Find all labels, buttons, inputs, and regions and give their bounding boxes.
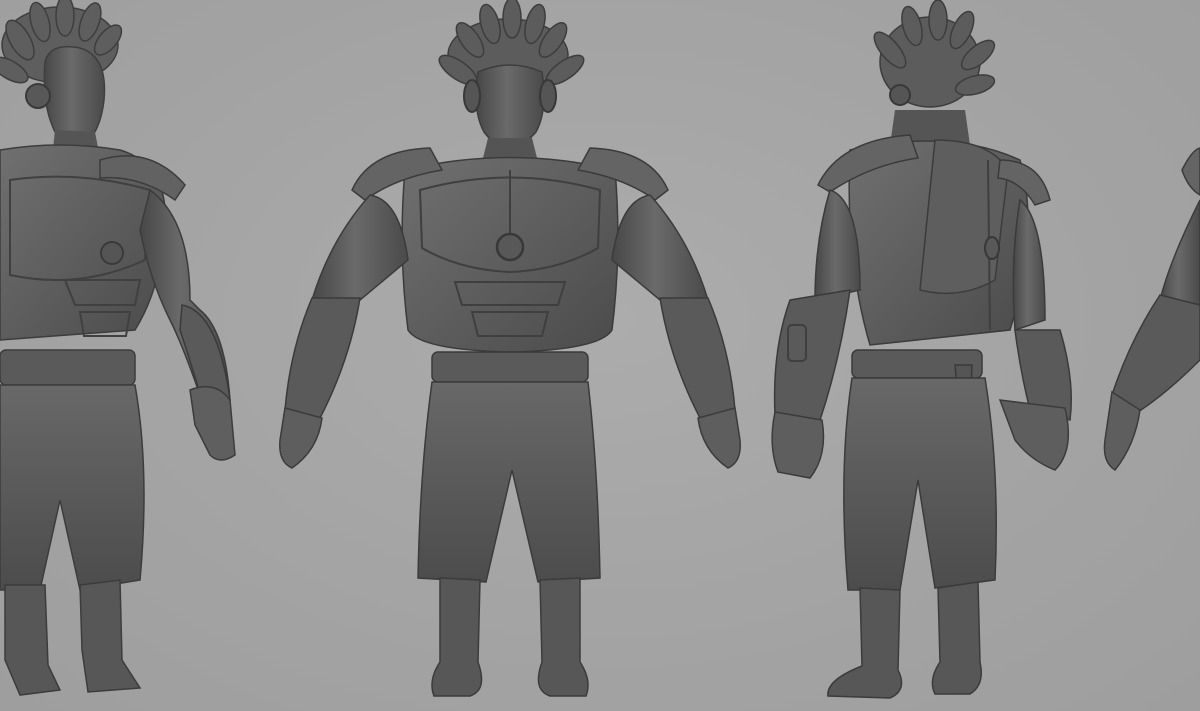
shoulder-pad xyxy=(1181,147,1200,196)
headset xyxy=(889,84,911,106)
left-leg xyxy=(827,587,903,699)
back-emblem xyxy=(984,236,1000,260)
right-ear-headset xyxy=(539,79,557,113)
left-forearm-guard xyxy=(284,297,361,419)
left-leg xyxy=(431,577,483,697)
back-harness xyxy=(919,139,1009,295)
right-hand xyxy=(697,407,741,469)
legs xyxy=(4,579,142,696)
right-arm xyxy=(611,194,710,301)
arm xyxy=(1159,199,1200,311)
headset xyxy=(25,83,51,109)
hand xyxy=(189,385,236,461)
left-hand xyxy=(771,411,825,479)
right-arm xyxy=(1012,198,1046,332)
left-ear-headset xyxy=(463,79,481,113)
turnaround-canvas xyxy=(0,0,1200,699)
hair-dreadlocks xyxy=(873,0,996,108)
belt xyxy=(431,351,589,383)
belt xyxy=(0,349,136,386)
chest-emblem xyxy=(495,232,525,262)
right-forearm-guard xyxy=(659,297,736,419)
sculpt-turnaround-viewport xyxy=(0,0,1200,711)
left-arm xyxy=(310,194,409,301)
head xyxy=(43,45,106,147)
right-hand xyxy=(998,399,1070,471)
figure-three-quarter-front xyxy=(0,0,236,696)
figure-side-partial xyxy=(1103,147,1200,471)
left-hand xyxy=(279,407,323,469)
figure-three-quarter-back xyxy=(771,0,1072,699)
chest-emblem xyxy=(100,241,124,265)
shorts xyxy=(843,377,997,591)
left-forearm-guard xyxy=(773,289,851,421)
shorts xyxy=(417,381,601,583)
right-leg xyxy=(931,581,982,695)
figure-front xyxy=(279,0,741,697)
head xyxy=(475,64,545,149)
right-leg xyxy=(537,577,589,697)
shorts xyxy=(0,384,145,591)
